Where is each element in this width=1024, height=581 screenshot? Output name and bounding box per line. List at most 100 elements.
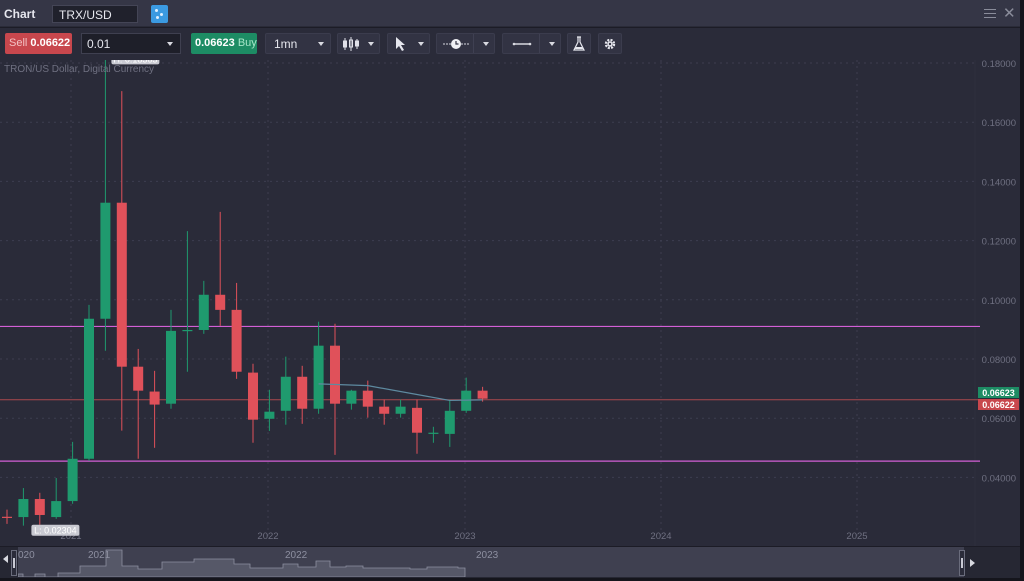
candle (428, 426, 439, 443)
candle (133, 348, 144, 459)
candle (412, 399, 422, 454)
sell-button[interactable]: Sell 0.06622 (5, 33, 72, 54)
candle (2, 509, 12, 524)
scroll-right-icon[interactable] (970, 559, 975, 567)
navigator-label: 2023 (476, 550, 499, 561)
candle (149, 370, 160, 448)
chevron-down-icon (418, 42, 424, 46)
indicators-button[interactable] (567, 33, 591, 54)
cursor-arrow-icon (396, 37, 405, 51)
y-tick-label: 0.12000 (982, 237, 1016, 248)
grid (0, 60, 976, 546)
chart-legend-title: TRON/US Dollar, Digital Currency (4, 64, 155, 75)
candle (51, 477, 62, 519)
window-titlebar: Chart TRX/USD ✕ (0, 0, 1020, 27)
y-tick-label: 0.06000 (982, 414, 1016, 425)
low-label: L: 0.02304 (34, 526, 77, 536)
scroll-left-icon[interactable] (3, 555, 8, 563)
candle-body (264, 411, 275, 419)
candle-body (133, 366, 144, 391)
candle (215, 211, 226, 326)
candle-body (215, 294, 226, 310)
candle-body (362, 390, 373, 407)
flask-icon (573, 36, 585, 51)
candle (84, 304, 94, 461)
candle-body (313, 345, 324, 409)
candle-body (100, 202, 111, 319)
trade-toolbar: Sell 0.06622 0.01 0.06623 Buy 1mn (0, 28, 1020, 60)
candle-body (280, 376, 291, 411)
candle (379, 399, 390, 425)
window-title: Chart (4, 7, 36, 21)
line-tool-button[interactable] (502, 33, 561, 54)
candle (461, 377, 472, 413)
navigator-right-handle[interactable] (959, 550, 965, 576)
axis-labels: 0.18000 0.16000 0.14000 0.12000 0.10000 0.080… (31, 60, 1019, 542)
candle-body (395, 406, 406, 414)
candle-body (231, 309, 242, 372)
x-tick-label: 2023 (454, 531, 475, 542)
navigator-label: 2021 (88, 550, 111, 561)
candle-body (34, 499, 45, 515)
candles (2, 60, 488, 526)
candle (198, 280, 209, 334)
y-tick-label: 0.16000 (982, 118, 1016, 129)
navigator-label: 2022 (285, 550, 308, 561)
chart-type-button[interactable] (337, 33, 380, 54)
candle-body (18, 499, 29, 518)
candle-body (182, 329, 193, 332)
navigator-area[interactable]: 020 2021 2022 2023 (18, 547, 964, 577)
time-navigator[interactable]: 020 2021 2022 2023 (0, 546, 1020, 578)
candle (67, 441, 78, 504)
settings-button[interactable] (598, 33, 622, 54)
chevron-down-icon (167, 42, 173, 46)
candle (297, 365, 308, 424)
candle-body (444, 410, 455, 434)
clock-timeline-icon (443, 39, 469, 49)
candle (330, 323, 340, 455)
y-tick-label: 0.08000 (982, 355, 1016, 366)
chevron-down-icon (318, 42, 324, 46)
candle (166, 309, 176, 409)
candle (313, 321, 324, 414)
price-chart[interactable]: 0.18000 0.16000 0.14000 0.12000 0.10000 0.080… (0, 60, 1020, 546)
candle-body (149, 391, 160, 405)
buy-button[interactable]: 0.06623 Buy (191, 33, 257, 54)
horizontal-lines[interactable] (0, 325, 980, 462)
x-tick-label: 2022 (257, 531, 278, 542)
quantity-select[interactable]: 0.01 (81, 33, 181, 54)
timeframe-value: 1mn (274, 37, 298, 51)
candle-body (51, 501, 62, 518)
close-icon[interactable]: ✕ (1003, 5, 1016, 23)
timeframe-select[interactable]: 1mn (265, 33, 331, 54)
candle (444, 399, 455, 447)
horizontal-line-icon (512, 42, 532, 46)
candlestick-icon (343, 37, 359, 51)
candle-body (198, 294, 209, 330)
candle-body (84, 318, 94, 459)
sell-price: 0.06622 (30, 37, 71, 49)
navigator-left-handle[interactable] (11, 550, 17, 576)
symbol-input[interactable]: TRX/USD (52, 5, 138, 23)
window-border (1020, 0, 1024, 581)
candle (34, 492, 45, 525)
navigator-label: 020 (18, 550, 35, 561)
candle-body (412, 407, 422, 433)
x-tick-label: 2024 (650, 531, 671, 542)
gear-icon (604, 38, 616, 50)
candle (182, 231, 193, 372)
hamburger-menu-icon[interactable] (984, 9, 996, 19)
candle-body (477, 390, 488, 399)
y-tick-label: 0.10000 (982, 296, 1016, 307)
moving-average (318, 383, 483, 402)
candle (280, 356, 291, 425)
y-tick-label: 0.04000 (982, 473, 1016, 484)
time-tool-button[interactable] (436, 33, 495, 54)
candle (248, 363, 258, 443)
link-dots-icon[interactable] (151, 5, 168, 23)
candle (346, 389, 357, 410)
moving-average-line (318, 383, 483, 402)
cursor-tool-button[interactable] (387, 33, 430, 54)
candle (116, 91, 127, 431)
ask-price-tag: 0.06622 (982, 400, 1015, 410)
